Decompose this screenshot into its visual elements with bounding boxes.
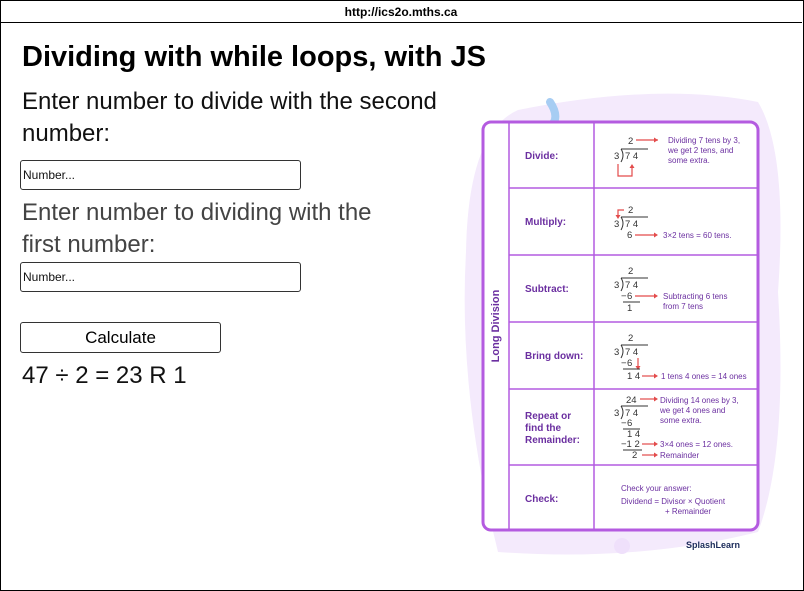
note-text: some extra. (660, 416, 702, 425)
second-number-prompt: Enter number to dividing with the first … (22, 197, 442, 261)
step-label: Remainder: (525, 435, 580, 446)
dividend: 7 4 (625, 151, 638, 162)
dividend: 7 4 (625, 347, 638, 358)
difference-digit: 1 (627, 303, 632, 314)
prompt-line: Enter number to dividing with the (22, 199, 372, 226)
calculate-button[interactable]: Calculate (20, 322, 221, 353)
divisor: 3 (614, 408, 619, 419)
second-number-input[interactable] (20, 262, 301, 292)
url-bar[interactable]: http://ics2o.mths.ca (0, 0, 802, 23)
divisor: 3 (614, 280, 619, 291)
product-digit: 6 (627, 358, 632, 369)
note-text: 3×2 tens = 60 tens. (663, 231, 732, 240)
note-text: 3×4 ones = 12 ones. (660, 440, 733, 449)
divisor: 3 (614, 151, 619, 162)
note-text: 1 tens 4 ones = 14 ones (661, 372, 747, 381)
quotient: 24 (626, 395, 637, 406)
quotient-digit: 2 (628, 136, 633, 147)
step-label: Check: (525, 494, 558, 505)
note-text: we get 2 tens, and (667, 146, 733, 155)
first-number-input[interactable] (20, 160, 301, 190)
quotient-digit: 2 (628, 266, 633, 277)
note-text: some extra. (668, 156, 710, 165)
brand-logo: SplashLearn (686, 540, 740, 550)
dividend: 7 4 (625, 219, 638, 230)
product-digit: 6 (627, 230, 632, 241)
note-text: Dividing 14 ones by 3, (660, 396, 739, 405)
step-label: find the (525, 423, 562, 434)
note-text: Remainder (660, 451, 699, 460)
step-label: Divide: (525, 151, 558, 162)
step-label: Repeat or (525, 411, 571, 422)
dividend: 7 4 (625, 280, 638, 291)
step-label: Subtract: (525, 284, 569, 295)
note-text: Dividing 7 tens by 3, (668, 136, 740, 145)
product: −1 2 (621, 439, 640, 450)
brought-down-number: 1 4 (627, 371, 640, 382)
infographic-title: Long Division (490, 289, 502, 362)
note-text: Subtracting 6 tens (663, 292, 727, 301)
product-digit: 6 (627, 418, 632, 429)
divisor: 3 (614, 219, 619, 230)
remainder-digit: 2 (632, 450, 637, 461)
note-text: Dividend = Divisor × Quotient (621, 497, 726, 506)
product-digit: 6 (627, 291, 632, 302)
prompt-line: Enter number to divide with the second (22, 88, 437, 115)
prompt-line: number: (22, 120, 111, 147)
divisor: 3 (614, 347, 619, 358)
first-number-prompt: Enter number to divide with the second n… (22, 86, 462, 150)
long-division-infographic: Long Division Divide: Multiply: Subtract… (464, 93, 781, 555)
prompt-line: first number: (22, 231, 156, 258)
page-title: Dividing with while loops, with JS (22, 41, 487, 73)
decorative-dot (614, 538, 630, 554)
quotient-digit: 2 (628, 205, 633, 216)
infographic-card (481, 120, 760, 532)
note-text: Check your answer: (621, 484, 692, 493)
note-text: from 7 tens (663, 302, 703, 311)
note-text: we get 4 ones and (659, 406, 725, 415)
result-text: 47 ÷ 2 = 23 R 1 (22, 362, 187, 389)
step-label: Bring down: (525, 351, 583, 362)
note-text: + Remainder (665, 507, 711, 516)
quotient-digit: 2 (628, 333, 633, 344)
step-label: Multiply: (525, 217, 566, 228)
